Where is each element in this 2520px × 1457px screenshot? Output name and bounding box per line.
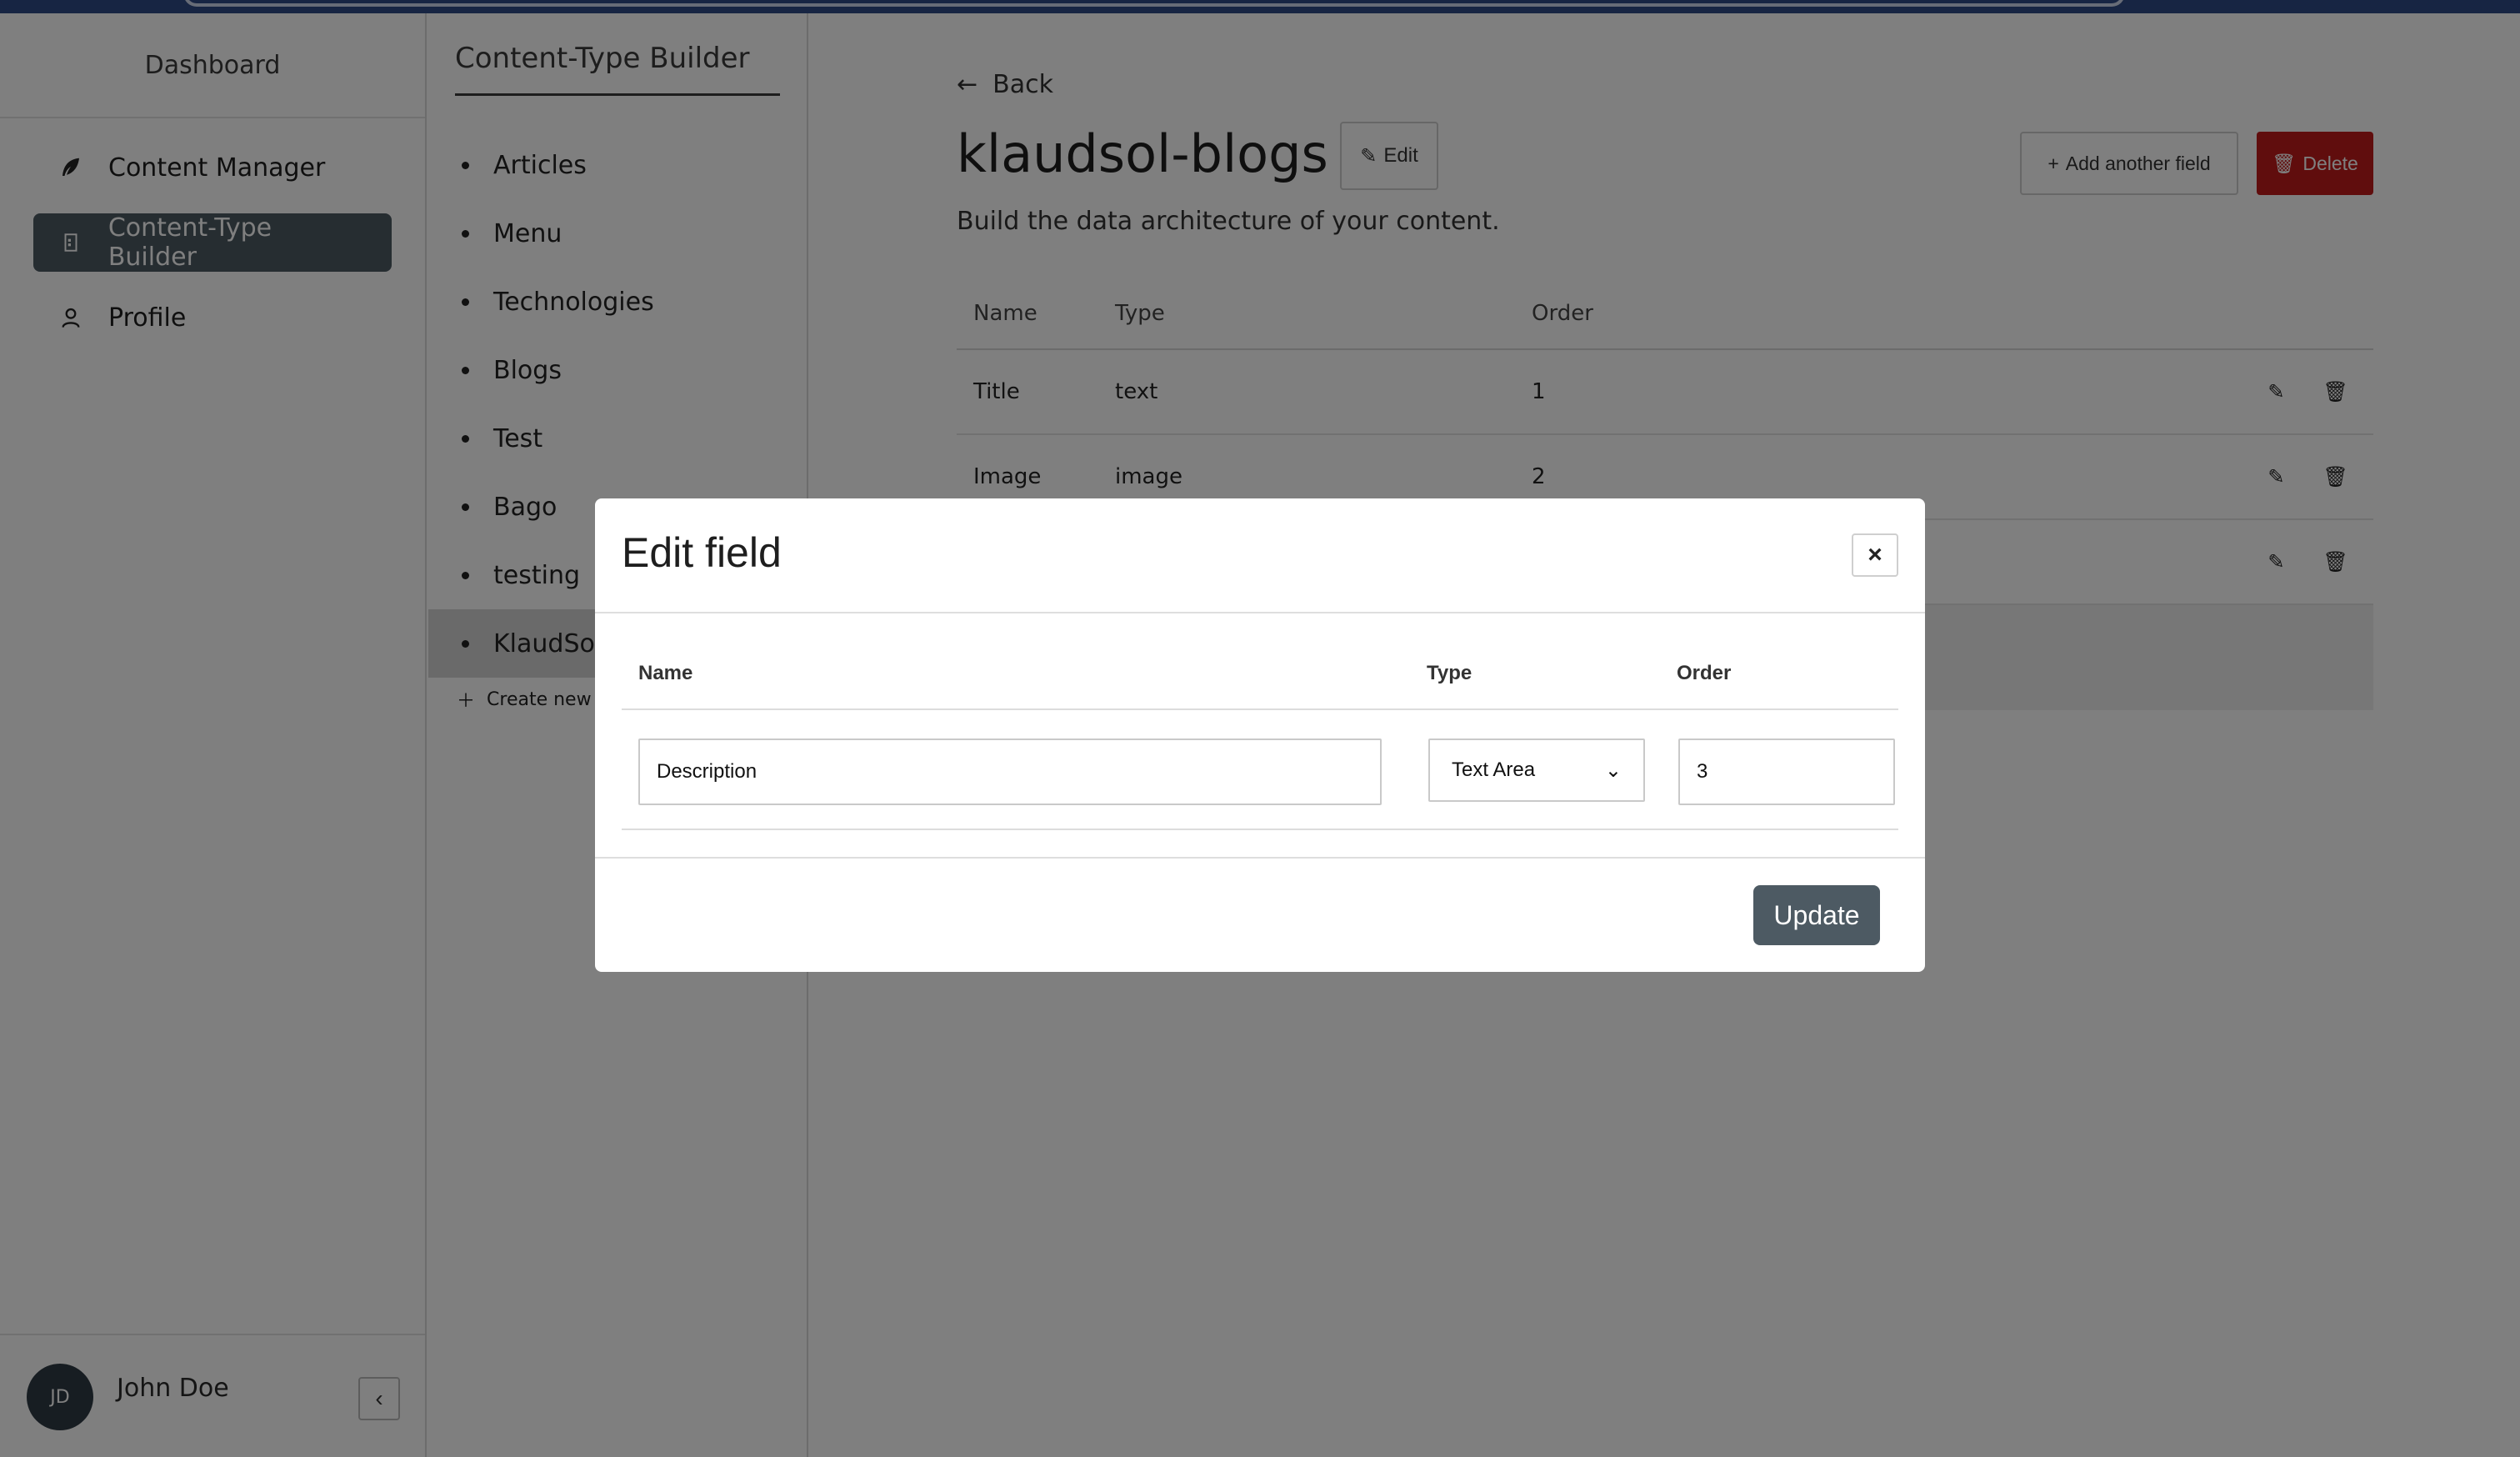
header-name: Name	[638, 662, 693, 684]
field-name-input[interactable]	[638, 739, 1382, 805]
field-order-input[interactable]	[1678, 739, 1895, 805]
modal-table-header: Name Type Order	[622, 613, 1898, 710]
close-button[interactable]: ×	[1852, 533, 1898, 577]
chevron-down-icon: ⌄	[1604, 759, 1622, 782]
field-type-select[interactable]: Text Area ⌄	[1428, 739, 1645, 802]
edit-field-modal: Edit field × Name Type Order Text Area ⌄…	[595, 498, 1925, 972]
modal-footer: Update	[595, 857, 1925, 972]
modal-header: Edit field ×	[595, 498, 1925, 613]
select-value: Text Area	[1452, 759, 1536, 781]
update-button[interactable]: Update	[1753, 885, 1880, 945]
modal-body: Name Type Order Text Area ⌄	[595, 613, 1925, 857]
modal-title: Edit field	[622, 529, 782, 576]
modal-field-row: Text Area ⌄	[622, 712, 1898, 830]
header-order: Order	[1677, 662, 1732, 684]
header-type: Type	[1427, 662, 1472, 684]
close-icon: ×	[1868, 541, 1882, 568]
